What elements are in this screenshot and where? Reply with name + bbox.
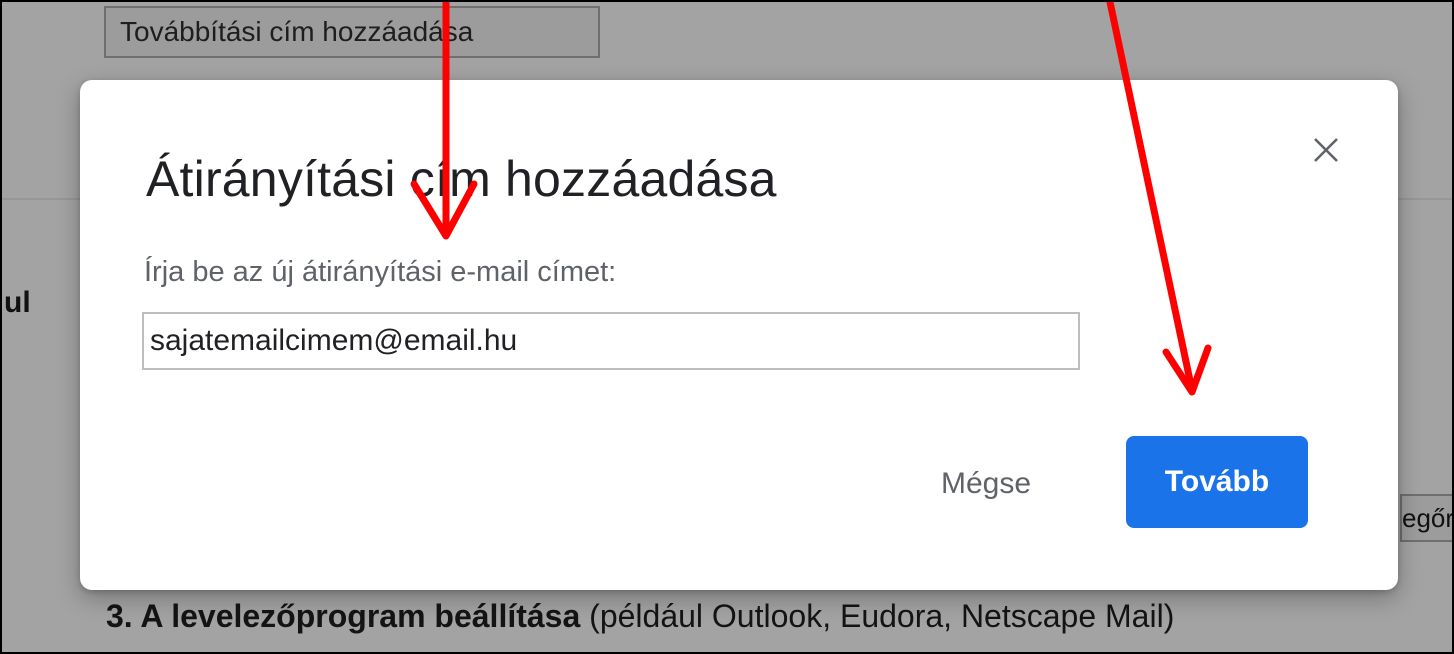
add-forwarding-address-button[interactable]: Továbbítási cím hozzáadása [104, 6, 600, 58]
email-prompt-label: Írja be az új átirányítási e-mail címet: [144, 256, 617, 288]
next-button[interactable]: Tovább [1126, 436, 1308, 528]
email-input[interactable] [142, 312, 1080, 370]
mail-client-setup-note: (például Outlook, Eudora, Netscape Mail) [580, 598, 1175, 634]
cut-off-text-line [106, 642, 436, 652]
add-forwarding-dialog: Átirányítási cím hozzáadása Írja be az ú… [80, 80, 1398, 590]
side-label-fragment: ul [4, 286, 31, 319]
mail-client-setup-heading: 3. A levelezőprogram beállítása (például… [106, 598, 1174, 635]
close-button[interactable] [1302, 126, 1350, 174]
cancel-button[interactable]: Mégse [918, 452, 1054, 516]
close-icon [1314, 138, 1338, 162]
dialog-title: Átirányítási cím hozzáadása [146, 151, 777, 207]
mail-client-setup-bold: 3. A levelezőprogram beállítása [106, 598, 581, 634]
right-field-fragment: egőr [1400, 494, 1452, 542]
screenshot-frame: Továbbítási cím hozzáadása ul egőr 3. A … [0, 0, 1454, 654]
